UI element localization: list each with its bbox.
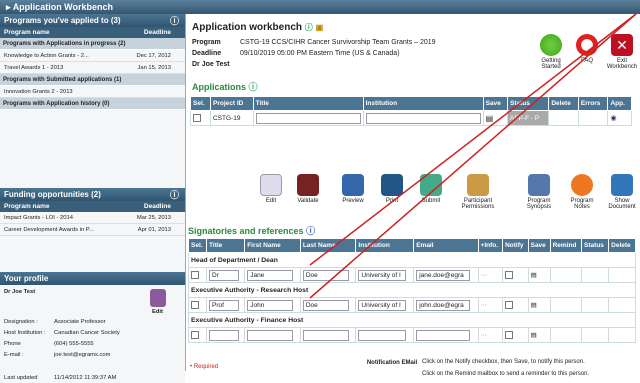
annotation-arrow	[309, 13, 637, 266]
field-value: 11/14/2012 11:39:37 AM	[54, 375, 117, 381]
field-label: Last updated	[4, 375, 38, 381]
annotation-arrow	[309, 13, 637, 299]
annotation-arrows	[309, 13, 637, 299]
profile-field: Last updated 11/14/2012 11:39:37 AM	[0, 373, 185, 383]
remind-help-text: Click on the Remind mailbox to send a re…	[422, 371, 590, 377]
